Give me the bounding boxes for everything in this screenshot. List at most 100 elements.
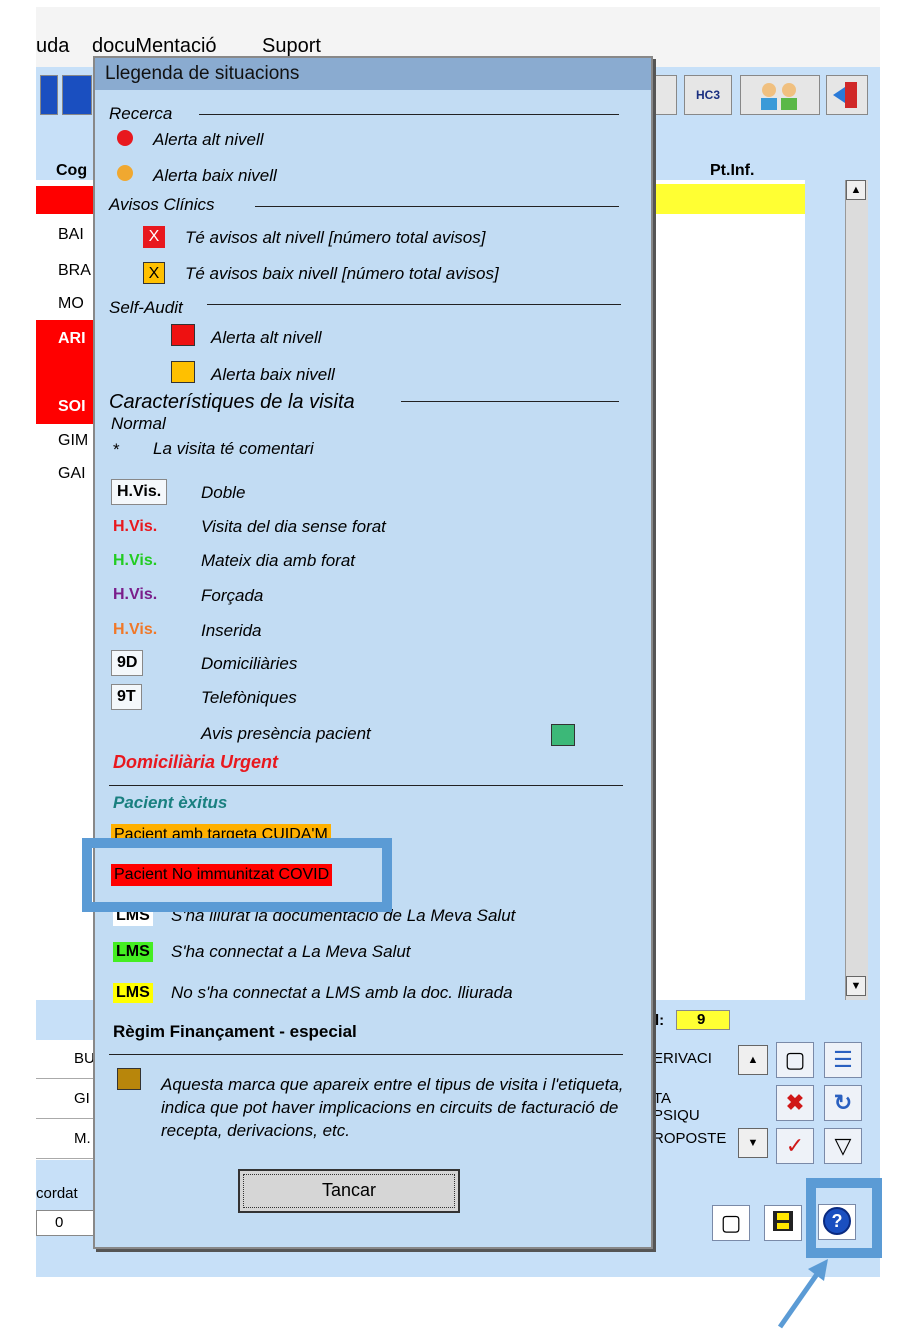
divider (401, 401, 619, 402)
grid-row[interactable]: SOI (58, 398, 86, 416)
grid-row[interactable]: GIM (58, 432, 88, 450)
grid-right-column (650, 180, 805, 1000)
hc3-button[interactable]: HC3 (684, 75, 732, 115)
table-scroll-up[interactable]: ▲ (738, 1045, 768, 1075)
legend-item: Té avisos alt nivell [número total aviso… (185, 228, 486, 247)
grid-row[interactable]: GAI (58, 465, 86, 483)
avis-alt-icon: X (143, 226, 165, 248)
comment-star: * (113, 440, 120, 459)
help-highlight-frame (806, 1178, 882, 1258)
hvis-badge: H.Vis. (113, 621, 158, 638)
pacient-exitus: Pacient èxitus (113, 793, 228, 812)
pointer-arrow-icon (777, 1259, 828, 1329)
hvis-badge: H.Vis. (113, 518, 158, 535)
avis-baix-icon: X (143, 262, 165, 284)
regim-icon (117, 1068, 141, 1090)
legend-item: Mateix dia amb forat (201, 551, 356, 570)
users-icon[interactable] (740, 75, 820, 115)
toolbar-icon-2[interactable] (62, 75, 92, 115)
hvis-badge: H.Vis. (111, 479, 168, 505)
legend-dialog: Llegenda de situacions Recerca Alerta al… (93, 56, 653, 1249)
new-page-icon[interactable]: ▢ (712, 1205, 750, 1241)
grid-row[interactable]: ARI (58, 330, 86, 348)
list-icon[interactable]: ☰ (824, 1042, 862, 1078)
toolbar-icon-3[interactable] (655, 75, 677, 115)
menu-ajuda[interactable]: uda (36, 35, 69, 58)
toolbar-icon-1[interactable] (40, 75, 58, 115)
check-icon[interactable]: ✓ (776, 1128, 814, 1164)
table-scroll-down[interactable]: ▼ (738, 1128, 768, 1158)
menu-suport[interactable]: Suport (262, 35, 321, 58)
visit-type-badge: 9D (111, 650, 144, 676)
legend-item: Forçada (201, 586, 264, 605)
grid-row[interactable]: MO (58, 295, 84, 313)
divider (109, 785, 623, 786)
presencia-icon (551, 724, 575, 746)
legend-item: No s'ha connectat a LMS amb la doc. lliu… (171, 983, 513, 1002)
covid-highlight-frame (82, 838, 392, 912)
menu-documentacio[interactable]: docuMentació (92, 35, 217, 58)
legend-item: S'ha connectat a La Meva Salut (171, 942, 411, 961)
table-cell: TA PSIQU (653, 1090, 700, 1124)
filter-icon[interactable]: ▽ (824, 1128, 862, 1164)
table-cell: GI (74, 1090, 90, 1107)
save-icon[interactable] (764, 1205, 802, 1241)
grid-header-cog: Cog (56, 162, 88, 179)
domiciliaria-urgent: Domiciliària Urgent (113, 752, 279, 772)
divider (109, 1054, 623, 1055)
legend-item: Doble (201, 483, 246, 502)
hvis-badge: H.Vis. (113, 552, 158, 569)
legend-normal: Normal (111, 414, 166, 433)
grid-header-ptinf: Pt.Inf. (710, 162, 755, 179)
lms-badge: LMS (113, 942, 153, 962)
visit-type-badge: 9T (111, 684, 142, 710)
section-recerca: Recerca (109, 104, 173, 123)
counter-value: 9 (676, 1010, 730, 1030)
legend-item: Visita del dia sense forat (201, 517, 386, 536)
counter-label: l: (655, 1012, 665, 1029)
hvis-badge: H.Vis. (113, 586, 158, 603)
close-button[interactable]: Tancar (238, 1169, 460, 1213)
self-audit-baix-icon (171, 361, 195, 383)
grid-row-alert (36, 186, 96, 214)
grid-highlight-row (650, 184, 805, 214)
legend-item: Inserida (201, 621, 262, 640)
table-cell: ROPOSTE (653, 1130, 727, 1147)
divider (199, 114, 619, 115)
divider (207, 304, 621, 305)
legend-item: Alerta baix nivell (153, 166, 277, 185)
section-caracteristiques: Característiques de la visita (109, 391, 355, 413)
scroll-down-button[interactable]: ▼ (846, 976, 866, 996)
footer-label: cordat (36, 1185, 78, 1202)
dialog-title: Llegenda de situacions (95, 58, 651, 90)
legend-item: Avis presència pacient (201, 724, 371, 743)
legend-item: Té avisos baix nivell [número total avis… (185, 264, 499, 283)
exit-icon[interactable] (826, 75, 868, 115)
legend-item: Alerta baix nivell (211, 365, 335, 384)
table-cell: M. (74, 1130, 91, 1147)
refresh-icon[interactable]: ↻ (824, 1085, 862, 1121)
legend-item: Domiciliàries (201, 654, 298, 673)
legend-item: Alerta alt nivell (153, 130, 264, 149)
self-audit-alt-icon (171, 324, 195, 346)
legend-item: Alerta alt nivell (211, 328, 322, 347)
grid-scrollbar[interactable]: ▲ ▼ (845, 180, 868, 1000)
footer-value: 0 (36, 1210, 96, 1236)
regim-header: Règim Finançament - especial (113, 1022, 357, 1041)
regim-description: Aquesta marca que apareix entre el tipus… (161, 1075, 624, 1140)
orange-dot-icon (117, 165, 133, 181)
delete-icon[interactable]: ✖ (776, 1085, 814, 1121)
divider (255, 206, 619, 207)
section-avisos-clinics: Avisos Clínics (109, 195, 215, 214)
legend-item: La visita té comentari (153, 439, 314, 458)
new-document-icon[interactable]: ▢ (776, 1042, 814, 1078)
red-dot-icon (117, 130, 133, 146)
grid-row[interactable]: BRA (58, 262, 91, 280)
scroll-up-button[interactable]: ▲ (846, 180, 866, 200)
lms-badge: LMS (113, 983, 153, 1003)
grid-row[interactable]: BAI (58, 226, 84, 244)
table-cell: BU (74, 1050, 95, 1067)
table-cell: ERIVACI (653, 1050, 712, 1067)
legend-item: Telefòniques (201, 688, 297, 707)
section-self-audit: Self-Audit (109, 298, 183, 317)
